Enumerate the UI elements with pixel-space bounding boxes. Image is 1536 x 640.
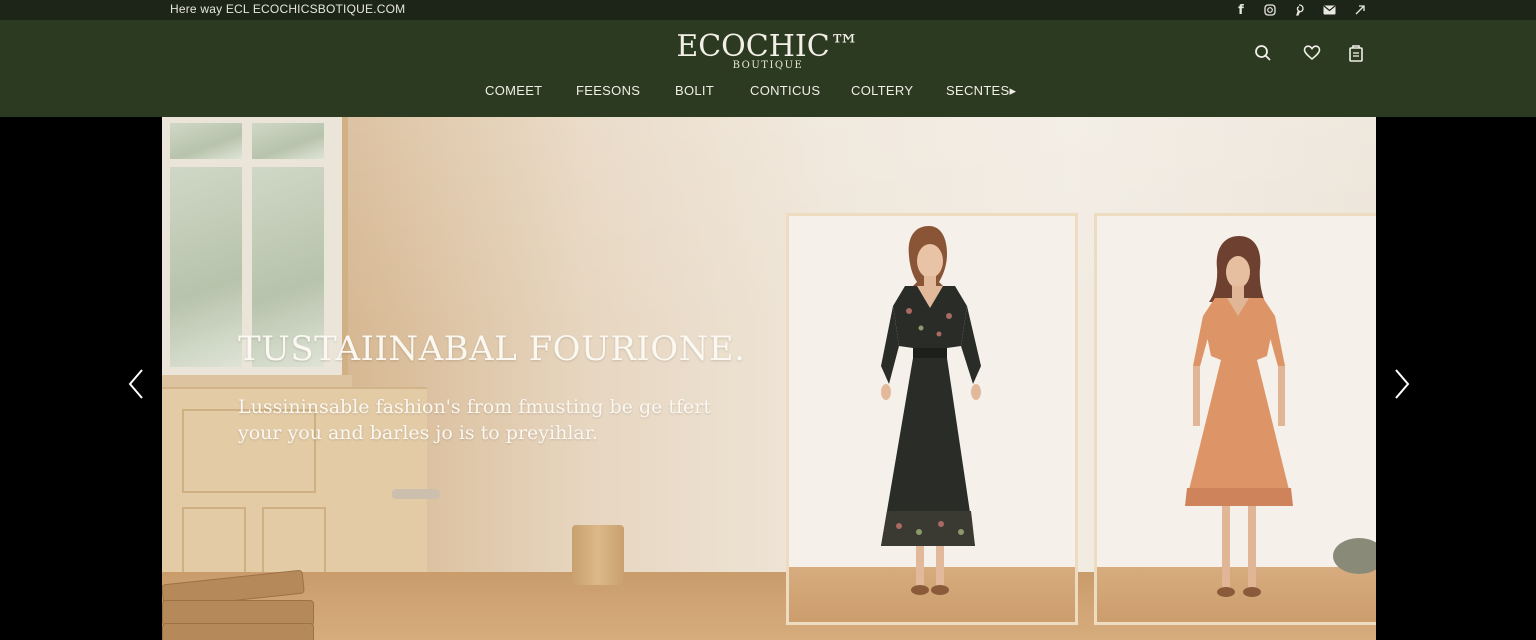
nav-item-secntes[interactable]: SECNTES▸ (946, 83, 1016, 99)
search-icon[interactable] (1252, 42, 1274, 64)
topbar-text: Here way ECL ECOCHICSBOTIQUE.COM (170, 2, 406, 16)
floor-cushion (162, 623, 314, 640)
share-icon[interactable] (1351, 1, 1369, 19)
site-header: ECOCHIC™ BOUTIQUE COMEET FEESONS BOLIT C… (0, 20, 1536, 117)
hero-title: TUSTAIINABAL FOURIONE. (238, 329, 746, 369)
nav-item-conticus[interactable]: CONTICUS (750, 83, 820, 98)
window-pane (252, 123, 324, 159)
wicker-basket (572, 525, 624, 585)
chevron-right-icon[interactable] (1391, 366, 1413, 402)
product-image-dark-dress[interactable] (786, 213, 1078, 625)
model-dark-dress (881, 226, 981, 595)
nav-item-comeet[interactable]: COMEET (485, 83, 542, 98)
window-pane (170, 123, 242, 159)
pinterest-icon[interactable] (1290, 1, 1308, 19)
hero-banner: TUSTAIINABAL FOURIONE. Lussininsable fas… (162, 117, 1376, 640)
instagram-icon[interactable] (1261, 1, 1279, 19)
heart-icon[interactable] (1301, 42, 1323, 64)
nav-item-bolit[interactable]: BOLIT (675, 83, 714, 98)
product-image-terracotta-dress[interactable] (1094, 213, 1376, 625)
nav-item-feesons[interactable]: FEESONS (576, 83, 640, 98)
window-pane (170, 167, 242, 367)
facebook-icon[interactable]: f (1232, 1, 1250, 19)
window-sill (162, 375, 352, 387)
chevron-left-icon[interactable] (125, 366, 147, 402)
wall-pipe (392, 489, 440, 499)
nav-item-coltery[interactable]: COLTERY (851, 83, 913, 98)
wall-panel (182, 507, 246, 579)
hero-subtitle: Lussininsable fashion's from fmusting be… (238, 396, 712, 444)
model-terracotta-dress (1185, 236, 1376, 597)
wall-panel (262, 507, 326, 579)
top-bar: Here way ECL ECOCHICSBOTIQUE.COM f (0, 0, 1536, 20)
mail-icon[interactable] (1320, 1, 1338, 19)
bag-icon[interactable] (1345, 42, 1367, 64)
